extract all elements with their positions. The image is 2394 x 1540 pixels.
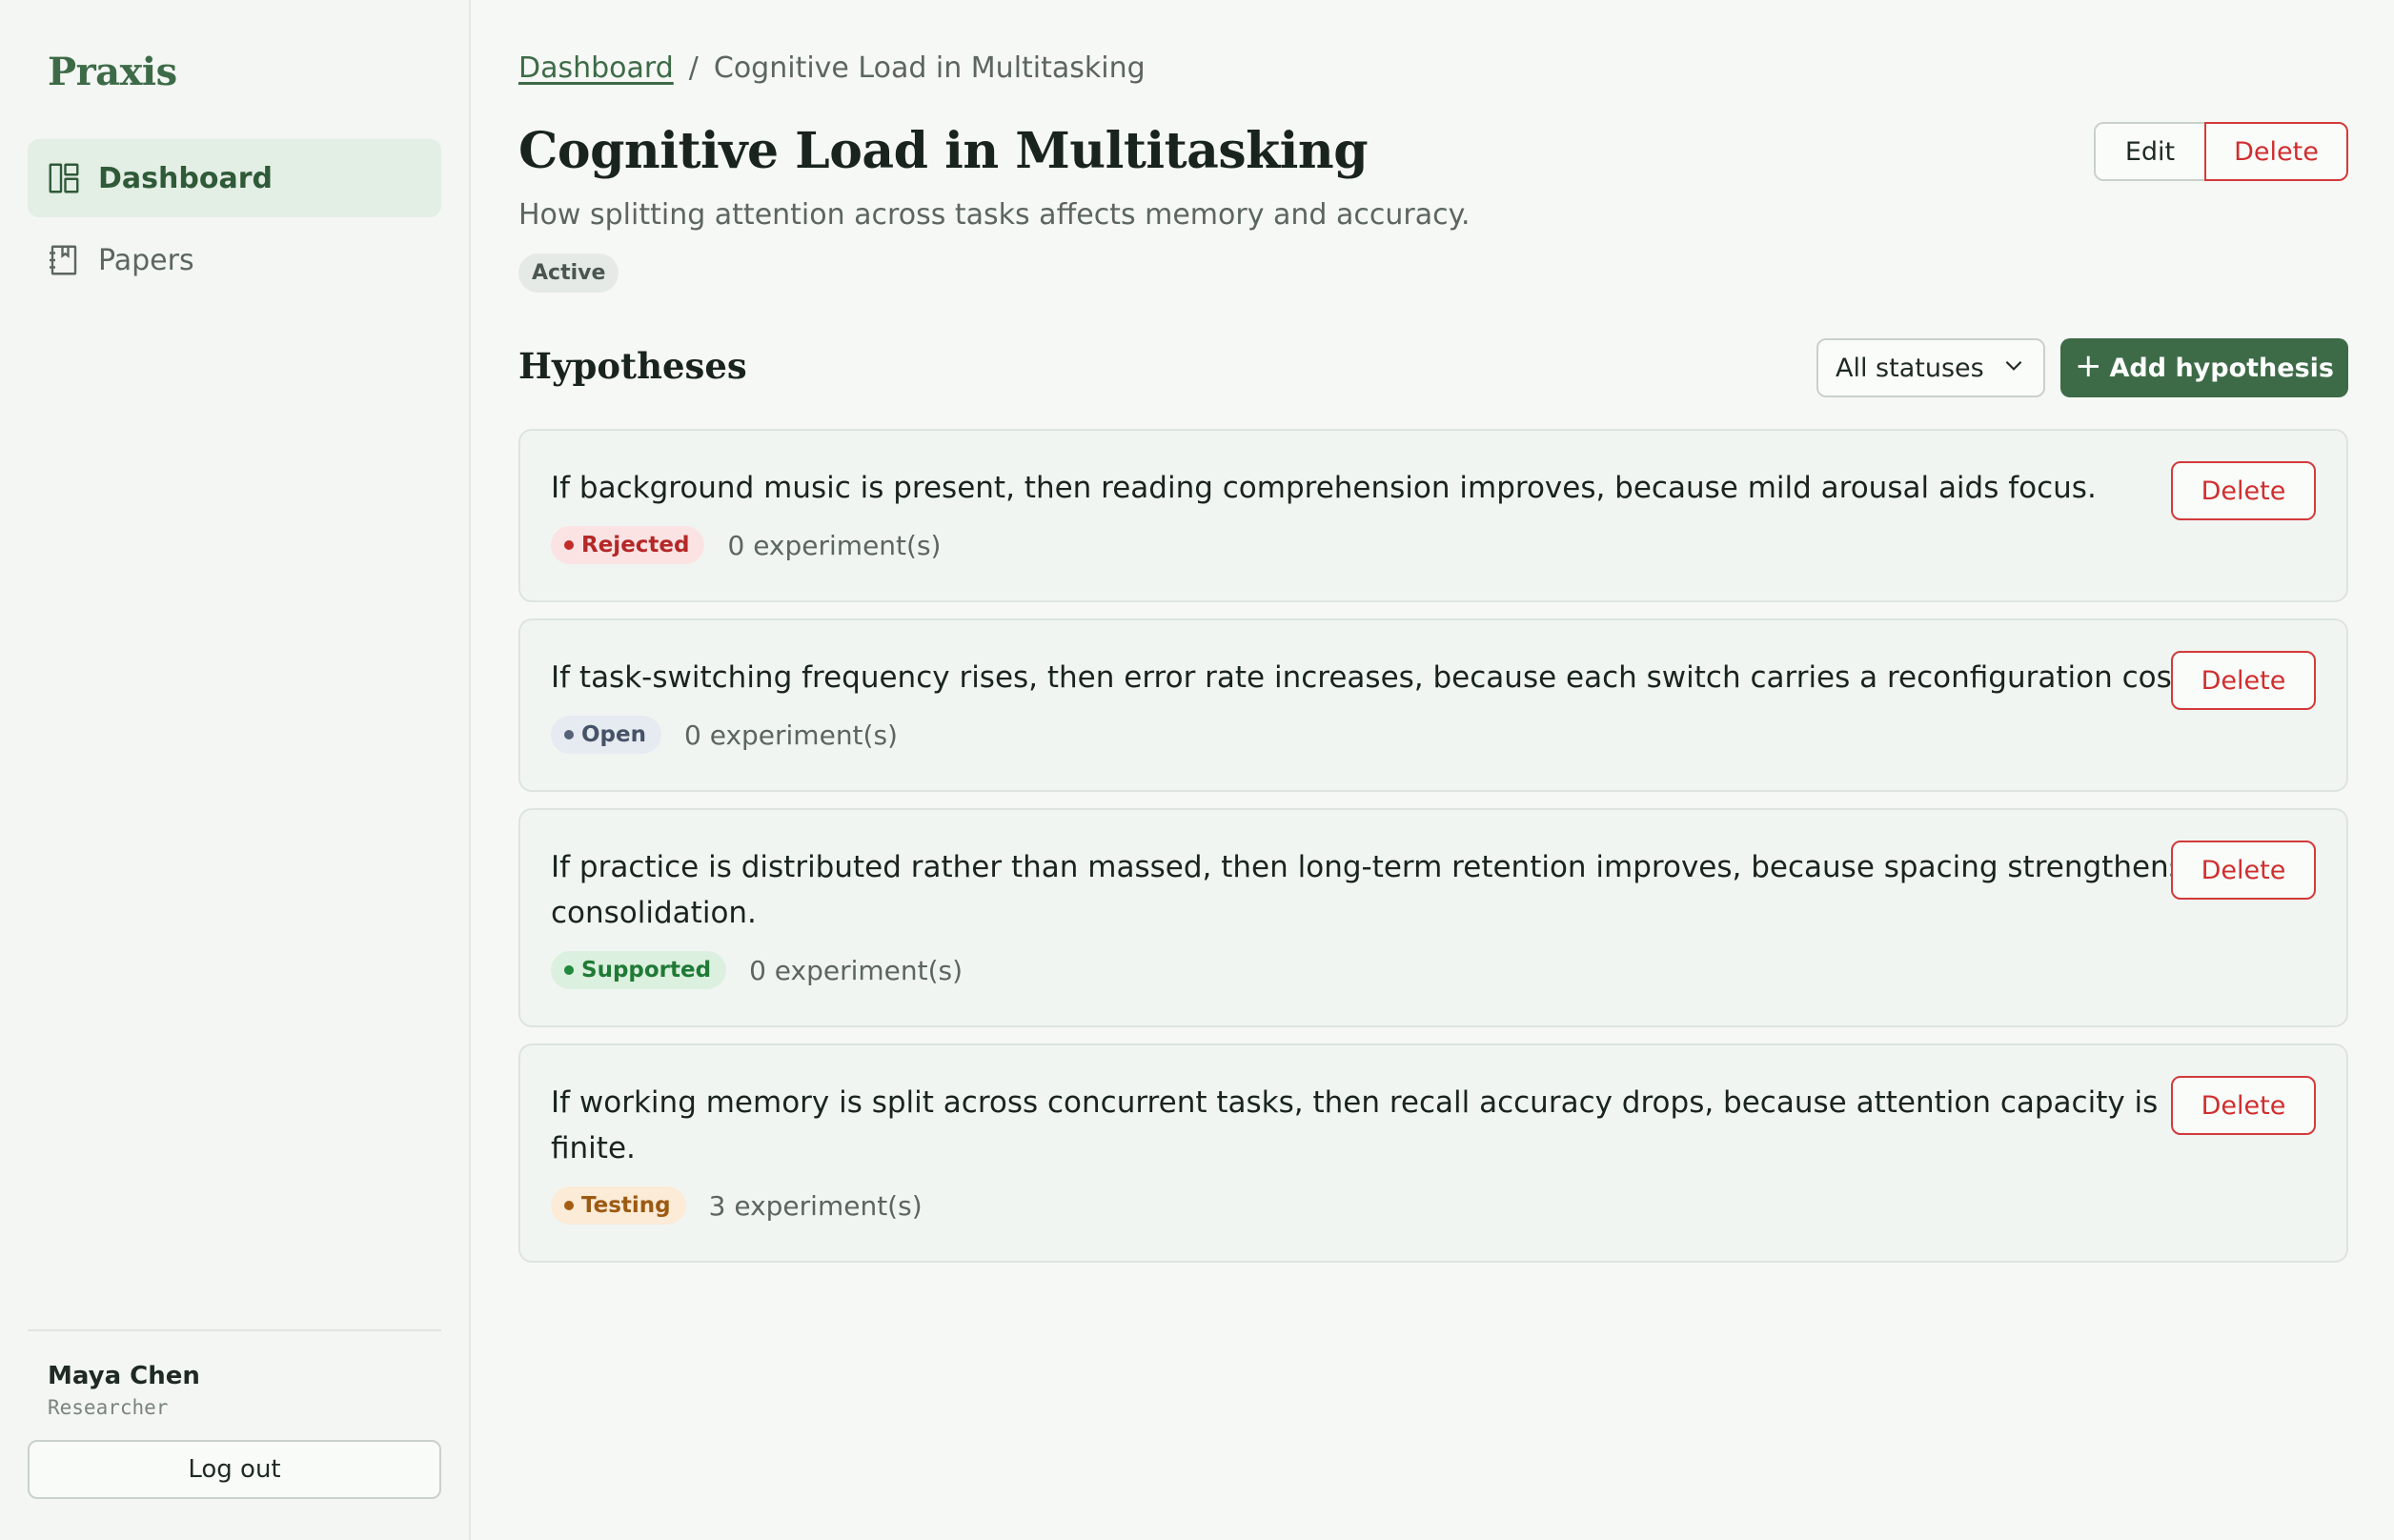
status-badge-label: Open [581, 722, 646, 747]
status-filter-value: All statuses [1836, 353, 1984, 383]
hypothesis-text: If working memory is split across concur… [551, 1085, 2159, 1165]
breadcrumb-current: Cognitive Load in Multitasking [713, 51, 1146, 85]
hypotheses-heading: Hypotheses [518, 345, 747, 387]
status-badge-testing: Testing [551, 1186, 686, 1225]
hypothesis-card[interactable]: If task-switching frequency rises, then … [518, 618, 2348, 792]
status-badge-rejected: Rejected [551, 526, 705, 564]
hypothesis-text: If practice is distributed rather than m… [551, 850, 2184, 930]
status-badge-label: Supported [581, 958, 712, 983]
hypothesis-card[interactable]: If working memory is split across concur… [518, 1044, 2348, 1263]
hypothesis-meta: Open 0 experiment(s) [551, 716, 2194, 754]
status-dot-icon [564, 965, 574, 975]
hypothesis-text: If task-switching frequency rises, then … [551, 660, 2193, 695]
hypothesis-meta: Supported 0 experiment(s) [551, 951, 2194, 989]
hypothesis-text: If background music is present, then rea… [551, 471, 2097, 505]
breadcrumb-link-dashboard[interactable]: Dashboard [518, 51, 674, 85]
sidebar-item-papers[interactable]: Papers [28, 221, 441, 299]
experiment-count: 0 experiment(s) [727, 529, 942, 561]
status-dot-icon [564, 1201, 574, 1210]
user-panel: Maya Chen Researcher Log out [28, 1329, 441, 1499]
page-description: How splitting attention across tasks aff… [518, 198, 1471, 232]
sidebar-item-label: Papers [98, 243, 194, 277]
main-content: Dashboard / Cognitive Load in Multitaski… [471, 0, 2394, 1540]
hypothesis-card[interactable]: If practice is distributed rather than m… [518, 808, 2348, 1027]
logout-button[interactable]: Log out [28, 1440, 441, 1499]
experiment-count: 0 experiment(s) [684, 719, 898, 751]
add-hypothesis-label: Add hypothesis [2109, 353, 2335, 383]
app-root: Praxis Dashboard Papers Maya Chen Resear… [0, 0, 2394, 1540]
experiment-count: 0 experiment(s) [749, 954, 964, 986]
hypothesis-card[interactable]: If background music is present, then rea… [518, 429, 2348, 602]
delete-project-button[interactable]: Delete [2204, 122, 2348, 181]
dashboard-icon [47, 161, 81, 195]
sidebar: Praxis Dashboard Papers Maya Chen Resear… [0, 0, 471, 1540]
plus-icon: + [2075, 347, 2102, 385]
delete-hypothesis-button[interactable]: Delete [2171, 651, 2316, 710]
delete-hypothesis-button[interactable]: Delete [2171, 1076, 2316, 1135]
experiment-count: 3 experiment(s) [708, 1189, 923, 1222]
project-status-badge: Active [518, 253, 619, 293]
status-dot-icon [564, 730, 574, 740]
sidebar-nav: Dashboard Papers [28, 139, 441, 303]
brand-logo[interactable]: Praxis [48, 50, 177, 94]
add-hypothesis-button[interactable]: + Add hypothesis [2060, 338, 2348, 397]
hypotheses-list: If background music is present, then rea… [518, 429, 2348, 1279]
page-title: Cognitive Load in Multitasking [518, 122, 1369, 180]
breadcrumb: Dashboard / Cognitive Load in Multitaski… [518, 51, 1146, 85]
status-badge-supported: Supported [551, 951, 727, 989]
hypotheses-toolbar: All statuses + Add hypothesis [1816, 338, 2348, 397]
delete-hypothesis-button[interactable]: Delete [2171, 841, 2316, 900]
hypothesis-meta: Rejected 0 experiment(s) [551, 526, 2194, 564]
user-name: Maya Chen [48, 1362, 200, 1390]
sidebar-item-dashboard[interactable]: Dashboard [28, 139, 441, 217]
status-badge-label: Rejected [581, 533, 690, 557]
status-badge-label: Testing [581, 1193, 671, 1218]
project-actions: Edit Delete [2094, 122, 2348, 181]
delete-hypothesis-button[interactable]: Delete [2171, 461, 2316, 520]
status-badge-open: Open [551, 716, 661, 754]
hypothesis-meta: Testing 3 experiment(s) [551, 1186, 2194, 1225]
edit-project-button[interactable]: Edit [2094, 122, 2206, 181]
breadcrumb-separator: / [688, 51, 699, 85]
notebook-icon [47, 243, 81, 277]
user-role: Researcher [48, 1396, 169, 1419]
chevron-down-icon [2001, 353, 2026, 384]
status-filter-select[interactable]: All statuses [1816, 338, 2045, 397]
status-dot-icon [564, 540, 574, 550]
sidebar-item-label: Dashboard [98, 161, 273, 195]
